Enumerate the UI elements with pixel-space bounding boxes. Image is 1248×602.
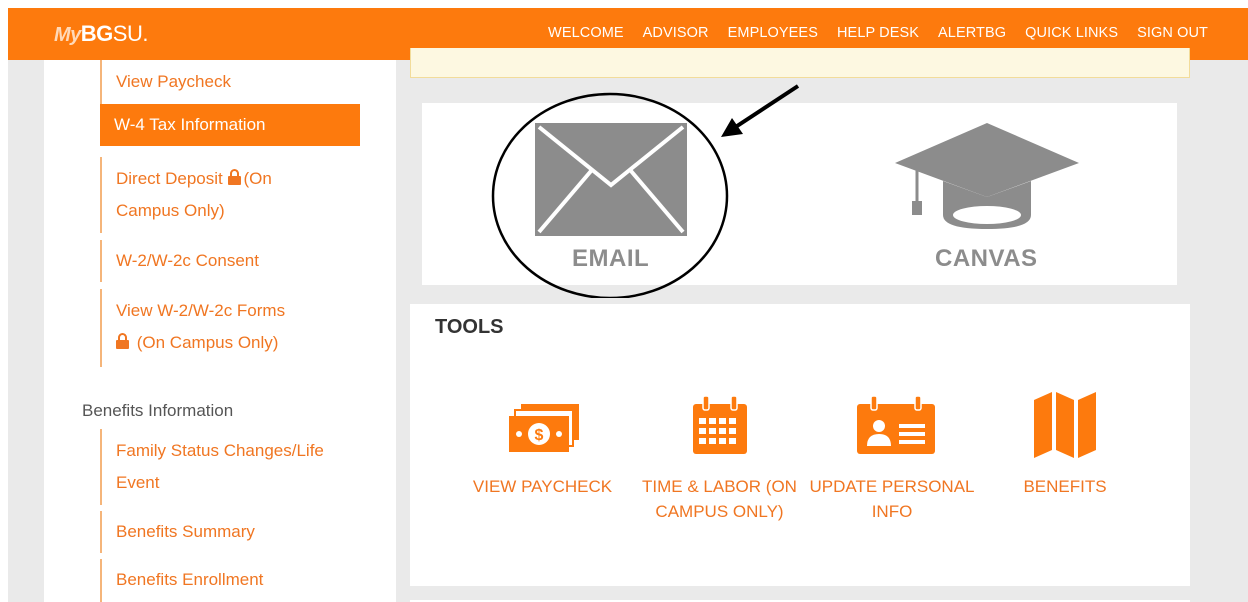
sidebar-item-label: Benefits Enrollment xyxy=(116,570,264,589)
id-card-icon[interactable] xyxy=(857,396,935,454)
benefits-information-heading: Benefits Information xyxy=(82,401,234,420)
graduation-cap-icon[interactable] xyxy=(895,123,1080,233)
page-frame: MyBGSU. WELCOME ADVISOR EMPLOYEES HELP D… xyxy=(8,8,1248,602)
sidebar-item-label-line-1: Direct Deposit (On xyxy=(116,163,362,195)
map-icon[interactable] xyxy=(1034,392,1096,458)
nav-sign-out[interactable]: SIGN OUT xyxy=(1137,25,1208,41)
tool-view-paycheck[interactable]: VIEW PAYCHECK xyxy=(465,474,620,499)
sidebar-item-label: Direct Deposit xyxy=(116,169,223,188)
lock-icon xyxy=(227,169,241,185)
sidebar-item-w4-tax-information[interactable]: W-4 Tax Information xyxy=(100,104,360,146)
nav-welcome[interactable]: WELCOME xyxy=(548,25,624,41)
sidebar-item-label: (On Campus Only) xyxy=(136,333,279,352)
highlight-circle xyxy=(491,92,729,298)
money-icon[interactable]: $ xyxy=(505,402,581,454)
sidebar-item-label-line-1: Family Status Changes/Life xyxy=(116,441,324,460)
sidebar-item-label: W-2/W-2c Consent xyxy=(116,251,259,270)
sidebar-item-label-line-2: (On Campus Only) xyxy=(116,327,362,359)
sidebar-item-w2-forms[interactable]: View W-2/W-2c Forms (On Campus Only) xyxy=(100,289,362,367)
sidebar-item-family-status-changes[interactable]: Family Status Changes/Life Event xyxy=(100,429,362,505)
tool-label: VIEW PAYCHECK xyxy=(472,477,613,496)
sidebar-item-label-line-2: Campus Only) xyxy=(116,201,225,220)
sidebar-item-label: View Paycheck xyxy=(116,72,231,91)
logo-my: My xyxy=(54,24,81,46)
annotation-overlay xyxy=(491,84,800,298)
tool-label-line-2: INFO xyxy=(871,502,913,521)
sidebar-item-view-paycheck[interactable]: View Paycheck xyxy=(100,60,362,104)
tool-time-and-labor[interactable]: TIME & LABOR (ON CAMPUS ONLY) xyxy=(632,474,807,524)
alert-banner xyxy=(410,48,1190,78)
sidebar-item-label-line-2: Event xyxy=(116,473,160,492)
nav-advisor[interactable]: ADVISOR xyxy=(643,25,709,41)
nav-quick-links[interactable]: QUICK LINKS xyxy=(1025,25,1118,41)
sidebar-item-label: (On xyxy=(243,169,272,188)
tool-label-line-1: TIME & LABOR (ON xyxy=(642,477,797,496)
logo-bg: BG xyxy=(80,21,114,46)
nav-employees[interactable]: EMPLOYEES xyxy=(728,25,818,41)
pointer-arrow-head xyxy=(721,118,743,137)
tool-label-line-2: CAMPUS ONLY) xyxy=(655,502,784,521)
sidebar-item-label: Benefits Summary xyxy=(116,522,255,541)
sidebar-item-w2-consent[interactable]: W-2/W-2c Consent xyxy=(100,240,362,282)
sidebar-item-label: W-4 Tax Information xyxy=(114,115,266,134)
pointer-arrow-shaft xyxy=(732,84,800,130)
tools-card: TOOLS $ VIEW PAYCHECK TIME & LABOR (ON C… xyxy=(410,304,1190,586)
mybgsu-logo[interactable]: MyBGSU. xyxy=(54,21,148,47)
sidebar-item-benefits-summary[interactable]: Benefits Summary xyxy=(100,511,362,553)
nav-alertbg[interactable]: ALERTBG xyxy=(938,25,1006,41)
tool-label: BENEFITS xyxy=(1023,477,1107,496)
tool-benefits[interactable]: BENEFITS xyxy=(1005,474,1125,499)
logo-su: SU. xyxy=(112,21,149,46)
calendar-icon[interactable] xyxy=(693,396,747,454)
sidebar-item-benefits-enrollment[interactable]: Benefits Enrollment xyxy=(100,559,362,602)
lock-icon xyxy=(116,333,129,349)
nav-help-desk[interactable]: HELP DESK xyxy=(837,25,919,41)
tool-label-line-1: UPDATE PERSONAL xyxy=(809,477,975,496)
sidebar-item-direct-deposit[interactable]: Direct Deposit (On Campus Only) xyxy=(100,157,362,233)
tools-title: TOOLS xyxy=(435,316,504,338)
canvas-label[interactable]: CANVAS xyxy=(935,245,1038,273)
sidebar: View Paycheck W-4 Tax Information Direct… xyxy=(44,60,396,602)
svg-text:$: $ xyxy=(535,427,544,444)
tool-update-personal-info[interactable]: UPDATE PERSONAL INFO xyxy=(807,474,977,524)
sidebar-item-label-line-1: View W-2/W-2c Forms xyxy=(116,301,286,320)
main-nav: WELCOME ADVISOR EMPLOYEES HELP DESK ALER… xyxy=(548,25,1208,41)
